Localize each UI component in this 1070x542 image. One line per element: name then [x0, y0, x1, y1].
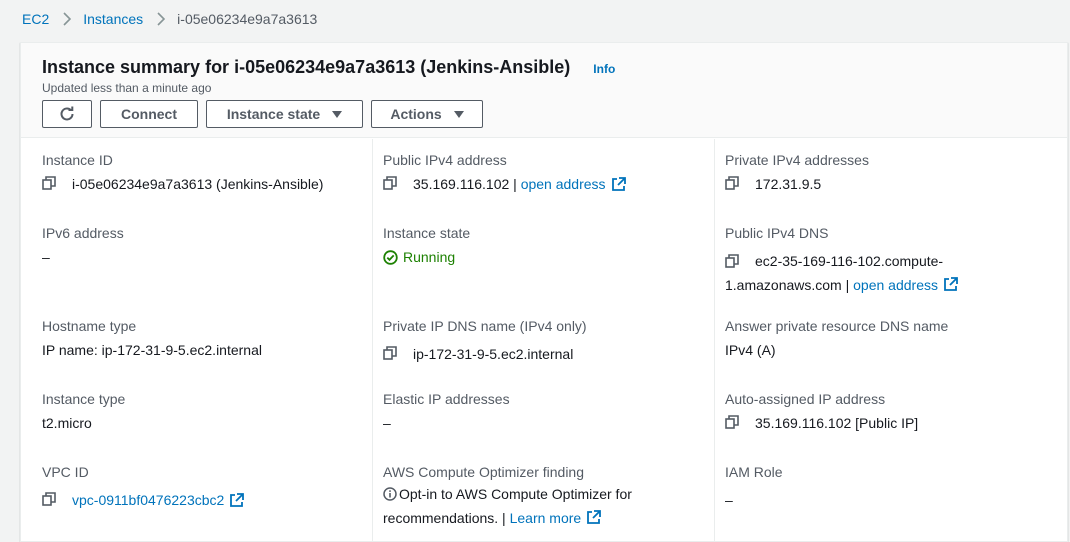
field-label: IAM Role: [725, 464, 783, 480]
breadcrumb-ec2-link[interactable]: EC2: [22, 11, 49, 27]
vpc-id-link[interactable]: vpc-0911bf0476223cbc2: [72, 488, 224, 512]
field-private-dns: Private IP DNS name (IPv4 only) ip-172-3…: [383, 318, 693, 366]
copy-icon[interactable]: [725, 254, 741, 270]
copy-icon[interactable]: [725, 415, 741, 431]
field-vpc-id: VPC ID vpc-0911bf0476223cbc2: [42, 464, 352, 512]
panel-header: Instance summary for i-05e06234e9a7a3613…: [21, 43, 1067, 138]
copy-icon[interactable]: [383, 176, 399, 192]
hostname-type-value: IP name: ip-172-31-9-5.ec2.internal: [42, 342, 262, 358]
ipv6-value: –: [42, 249, 50, 265]
chevron-right-icon: [63, 12, 72, 26]
field-ipv6: IPv6 address –: [42, 225, 352, 269]
field-label: Auto-assigned IP address: [725, 391, 886, 407]
field-answer-dns: Answer private resource DNS name IPv4 (A…: [725, 318, 1035, 362]
breadcrumb-instances-link[interactable]: Instances: [83, 11, 143, 27]
private-dns-value: ip-172-31-9-5.ec2.internal: [413, 346, 574, 362]
field-label: IPv6 address: [42, 225, 124, 241]
copy-icon[interactable]: [42, 176, 58, 192]
field-label: Answer private resource DNS name: [725, 318, 949, 334]
field-label: Hostname type: [42, 318, 137, 334]
field-label: VPC ID: [42, 464, 89, 480]
field-instance-type: Instance type t2.micro: [42, 391, 352, 435]
connect-button[interactable]: Connect: [100, 100, 198, 128]
instance-type-value: t2.micro: [42, 415, 92, 431]
field-label: AWS Compute Optimizer finding: [383, 464, 584, 480]
field-iam-role: IAM Role –: [725, 464, 1035, 512]
actions-label: Actions: [390, 106, 442, 122]
learn-more-link[interactable]: Learn more: [510, 510, 582, 526]
field-label: Elastic IP addresses: [383, 391, 510, 407]
private-ipv4-value: 172.31.9.5: [755, 176, 822, 192]
caret-down-icon: [332, 110, 343, 118]
field-label: Instance ID: [42, 152, 113, 168]
column-divider: [714, 139, 715, 541]
action-button-row: Connect Instance state Actions: [42, 100, 491, 128]
field-optimizer: AWS Compute Optimizer finding Opt-in to …: [383, 464, 663, 530]
status-ok-icon: [383, 249, 398, 265]
instance-summary-panel: Instance summary for i-05e06234e9a7a3613…: [20, 42, 1068, 542]
copy-icon[interactable]: [383, 346, 399, 362]
copy-icon[interactable]: [725, 176, 741, 192]
caret-down-icon: [453, 110, 464, 118]
instance-state-label: Instance state: [226, 106, 321, 122]
external-link-icon[interactable]: [611, 176, 626, 192]
field-label: Instance type: [42, 391, 126, 407]
public-dns-value-line1: ec2-35-169-116-102.compute-: [755, 253, 944, 269]
instance-state-value: Running: [403, 249, 456, 265]
field-public-dns: Public IPv4 DNS ec2-35-169-116-102.compu…: [725, 225, 1035, 297]
field-label: Private IP DNS name (IPv4 only): [383, 318, 587, 334]
column-divider: [372, 139, 373, 541]
external-link-icon[interactable]: [943, 277, 958, 292]
field-instance-state: Instance state Running: [383, 225, 693, 269]
refresh-button[interactable]: [42, 100, 92, 128]
copy-icon[interactable]: [42, 492, 58, 508]
field-label: Instance state: [383, 225, 471, 241]
field-instance-id: Instance ID i-05e06234e9a7a3613 (Jenkins…: [42, 152, 352, 196]
field-label: Private IPv4 addresses: [725, 152, 869, 168]
info-link[interactable]: Info: [593, 62, 615, 76]
field-private-ipv4: Private IPv4 addresses 172.31.9.5: [725, 152, 1035, 196]
answer-dns-value: IPv4 (A): [725, 342, 776, 358]
iam-role-value: –: [725, 492, 733, 508]
public-dns-value-line2: 1.amazonaws.com |: [725, 277, 854, 293]
info-circle-icon: [383, 487, 397, 501]
instance-state-dropdown[interactable]: Instance state: [206, 100, 363, 128]
chevron-right-icon: [157, 12, 166, 26]
breadcrumb-current: i-05e06234e9a7a3613: [177, 11, 318, 27]
public-ipv4-value: 35.169.116.102 |: [413, 176, 521, 192]
external-link-icon[interactable]: [586, 510, 602, 525]
field-elastic-ip: Elastic IP addresses –: [383, 391, 693, 435]
breadcrumb: EC2 Instances i-05e06234e9a7a3613: [22, 10, 317, 28]
refresh-icon: [58, 105, 76, 123]
field-label: Public IPv4 DNS: [725, 225, 829, 241]
field-auto-ip: Auto-assigned IP address 35.169.116.102 …: [725, 391, 1035, 435]
last-updated-text: Updated less than a minute ago: [42, 81, 212, 95]
auto-ip-value: 35.169.116.102 [Public IP]: [755, 415, 919, 431]
open-address-link[interactable]: open address: [521, 172, 606, 196]
field-public-ipv4: Public IPv4 address 35.169.116.102 | ope…: [383, 152, 693, 196]
external-link-icon[interactable]: [229, 492, 245, 508]
field-label: Public IPv4 address: [383, 152, 507, 168]
instance-id-value: i-05e06234e9a7a3613 (Jenkins-Ansible): [72, 176, 324, 192]
page-title: Instance summary for i-05e06234e9a7a3613…: [42, 57, 571, 77]
actions-dropdown[interactable]: Actions: [371, 100, 483, 128]
elastic-ip-value: –: [383, 415, 391, 431]
open-address-link[interactable]: open address: [853, 277, 938, 293]
field-hostname-type: Hostname type IP name: ip-172-31-9-5.ec2…: [42, 318, 352, 362]
